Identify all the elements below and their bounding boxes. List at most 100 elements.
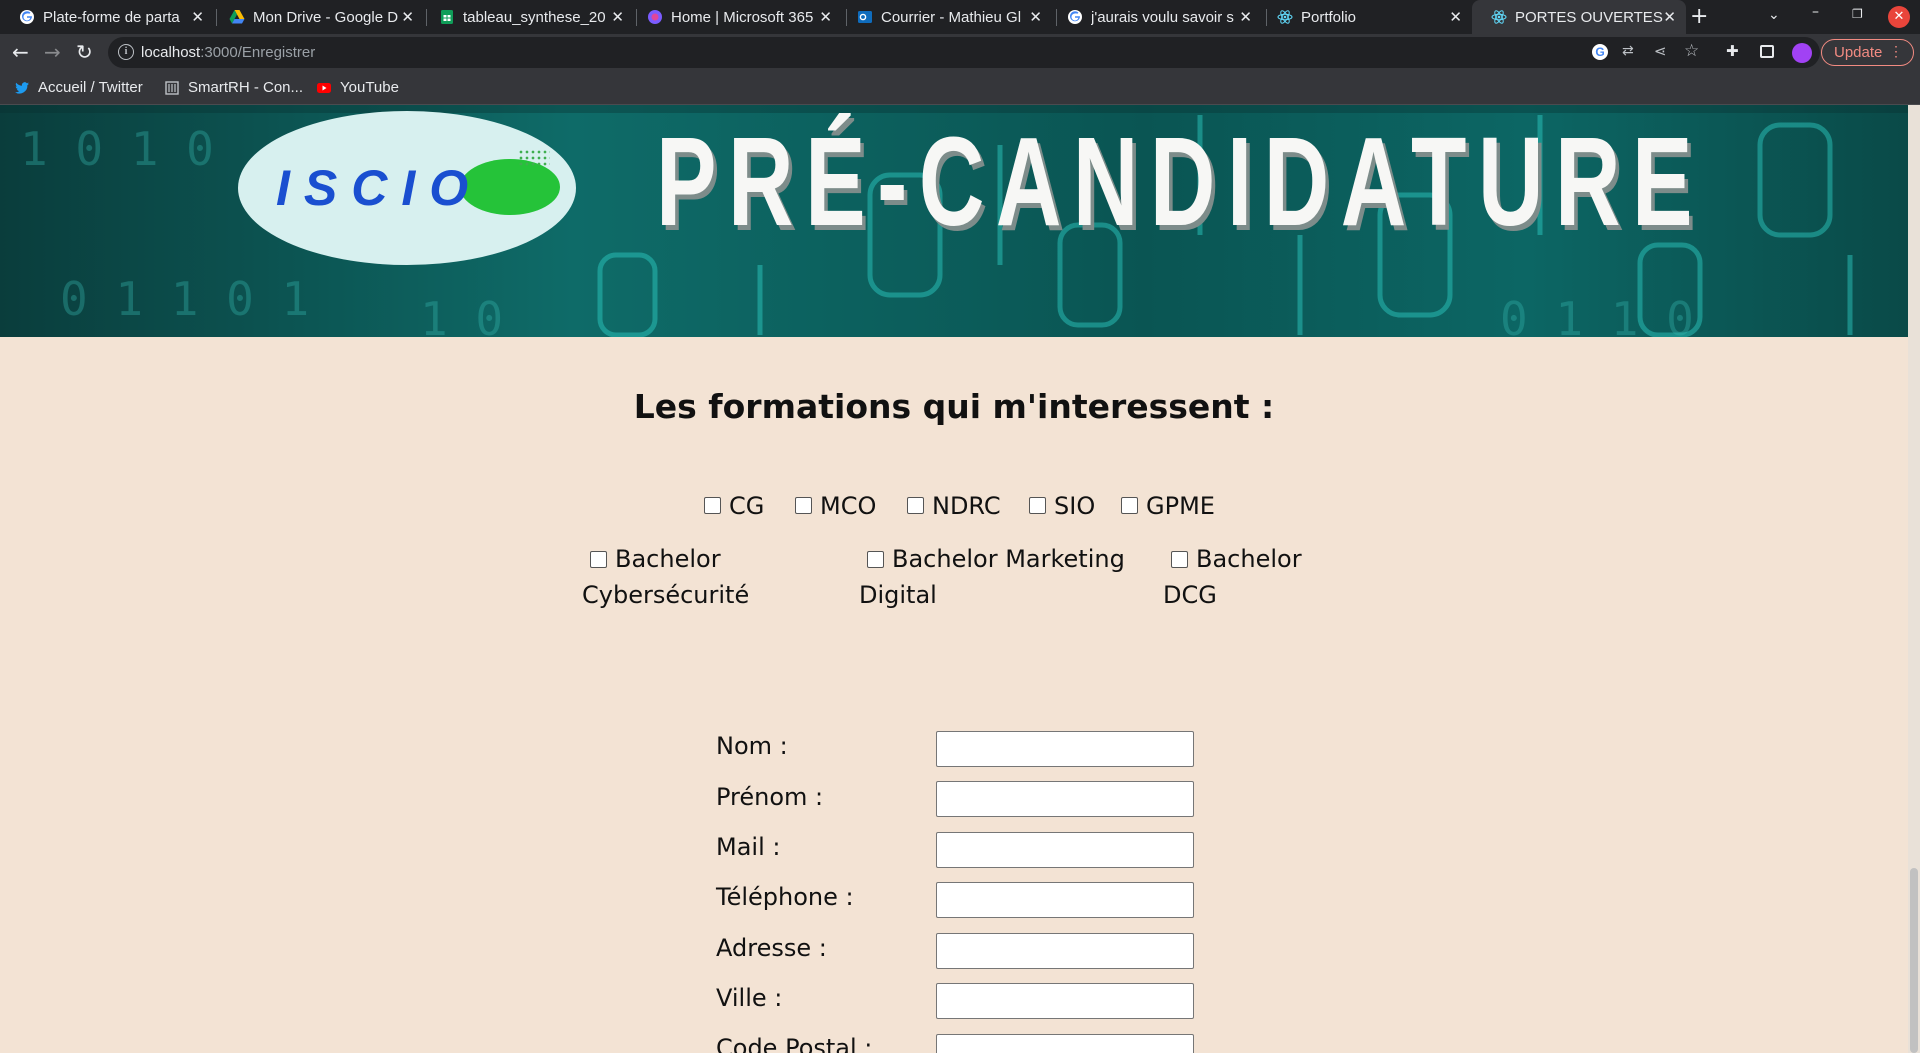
google-icon: [19, 9, 35, 25]
new-tab-button[interactable]: +: [1690, 4, 1708, 29]
checkbox-sio[interactable]: SIO: [1029, 492, 1095, 520]
checkbox-gpme[interactable]: GPME: [1121, 492, 1215, 520]
address-bar[interactable]: i localhost:3000/Enregistrer G ⇄ ⋖ ☆: [108, 37, 1820, 68]
label-adresse: Adresse :: [716, 934, 827, 962]
google-sheets-icon: [439, 9, 455, 25]
tab-microsoft-365[interactable]: Home | Microsoft 365 ✕: [628, 0, 842, 34]
share-icon[interactable]: ⋖: [1654, 42, 1667, 60]
checkbox-box[interactable]: [795, 497, 812, 514]
translate-icon[interactable]: ⇄: [1622, 43, 1634, 59]
update-button[interactable]: Update ⋮: [1821, 39, 1914, 66]
close-icon[interactable]: ✕: [191, 8, 204, 26]
back-icon[interactable]: ←: [12, 40, 29, 64]
side-panel-icon[interactable]: [1760, 45, 1774, 58]
label-ville: Ville :: [716, 984, 783, 1012]
checkbox-bachelor-marketing-digital[interactable]: Bachelor Marketing Digital: [859, 541, 1139, 613]
svg-text:1 0: 1 0: [420, 292, 503, 337]
checkbox-label: SIO: [1054, 492, 1096, 520]
banner-title: PRÉ-CANDIDATURE: [656, 111, 1705, 252]
checkbox-box[interactable]: [1121, 497, 1138, 514]
tab-mon-drive[interactable]: Mon Drive - Google D ✕: [210, 0, 424, 34]
tab-label: j'aurais voulu savoir s: [1091, 8, 1234, 26]
label-mail: Mail :: [716, 833, 781, 861]
window-close-button[interactable]: ✕: [1888, 6, 1910, 28]
checkbox-label: NDRC: [932, 492, 1001, 520]
restore-icon[interactable]: ❐: [1852, 7, 1863, 21]
tab-label: PORTES OUVERTES: [1515, 8, 1663, 26]
tab-tableau-synthese[interactable]: tableau_synthese_20 ✕: [420, 0, 634, 34]
adresse-field[interactable]: [936, 933, 1194, 969]
tab-label: Mon Drive - Google D: [253, 8, 399, 26]
mail-field[interactable]: [936, 832, 1194, 868]
checkbox-label: Bachelor: [615, 545, 721, 573]
bookmarks-bar: Accueil / Twitter SmartRH - Con... YouTu…: [0, 72, 1920, 105]
checkbox-cg[interactable]: CG: [704, 492, 764, 520]
smartrh-icon: [164, 80, 180, 96]
bookmark-label: Accueil / Twitter: [38, 79, 143, 96]
telephone-field[interactable]: [936, 882, 1194, 918]
checkbox-label: GPME: [1146, 492, 1215, 520]
nom-field[interactable]: [936, 731, 1194, 767]
svg-text:0 1 1 0 1: 0 1 1 0 1: [60, 272, 309, 326]
youtube-icon: [316, 80, 332, 96]
banner: 1 0 1 0 0 1 1 0 1 1 0 0 1 1 0 ISCIO PRÉ-…: [0, 105, 1908, 337]
bookmark-star-icon[interactable]: ☆: [1684, 41, 1699, 61]
tab-portes-ouvertes[interactable]: PORTES OUVERTES ✕: [1472, 0, 1686, 34]
close-icon[interactable]: ✕: [1239, 8, 1252, 26]
scrollbar-thumb[interactable]: [1910, 868, 1918, 1053]
minimize-icon[interactable]: –: [1812, 4, 1819, 20]
browser-toolbar: ← → ↻ i localhost:3000/Enregistrer G ⇄ ⋖…: [0, 34, 1920, 72]
checkbox-label-line2: Cybersécurité: [582, 581, 750, 609]
browser-tab-bar: Plate-forme de parta ✕ Mon Drive - Googl…: [0, 0, 1920, 34]
google-lens-icon[interactable]: G: [1592, 44, 1608, 60]
bookmark-youtube[interactable]: YouTube: [316, 79, 399, 96]
tab-courrier[interactable]: Courrier - Mathieu Gl ✕: [838, 0, 1052, 34]
checkbox-label: CG: [729, 492, 765, 520]
react-icon: [1277, 9, 1293, 25]
close-icon[interactable]: ✕: [1449, 8, 1462, 26]
close-icon[interactable]: ✕: [819, 8, 832, 26]
checkbox-bachelor-dcg[interactable]: Bachelor DCG: [1163, 541, 1323, 613]
update-label: Update: [1834, 44, 1883, 61]
svg-text:1 0 1 0: 1 0 1 0: [20, 122, 214, 176]
close-icon[interactable]: ✕: [1663, 8, 1676, 26]
label-telephone: Téléphone :: [716, 883, 854, 911]
checkbox-label-line2: DCG: [1163, 581, 1217, 609]
extensions-icon[interactable]: ✚: [1726, 42, 1739, 60]
checkbox-mco[interactable]: MCO: [795, 492, 876, 520]
url-host: localhost: [141, 44, 201, 61]
info-icon[interactable]: i: [118, 44, 134, 60]
outlook-icon: [857, 9, 873, 25]
checkbox-box[interactable]: [1171, 551, 1188, 568]
checkbox-box[interactable]: [590, 551, 607, 568]
formations-title: Les formations qui m'interessent :: [633, 387, 1275, 426]
checkbox-box[interactable]: [704, 497, 721, 514]
checkbox-bachelor-cybersecurite[interactable]: Bachelor Cybersécurité: [582, 541, 822, 613]
google-icon: [1067, 9, 1083, 25]
tab-portfolio[interactable]: Portfolio ✕: [1258, 0, 1472, 34]
close-icon[interactable]: ✕: [611, 8, 624, 26]
bookmark-smartrh[interactable]: SmartRH - Con...: [164, 79, 303, 96]
checkbox-ndrc[interactable]: NDRC: [907, 492, 1001, 520]
checkbox-label-line2: Digital: [859, 581, 937, 609]
reload-icon[interactable]: ↻: [76, 40, 93, 64]
more-vertical-icon: ⋮: [1889, 43, 1903, 59]
bookmark-twitter[interactable]: Accueil / Twitter: [14, 79, 143, 96]
url-path: :3000/Enregistrer: [200, 44, 316, 61]
chevron-down-icon[interactable]: ⌄: [1768, 7, 1780, 23]
avatar[interactable]: [1792, 43, 1812, 63]
checkbox-box[interactable]: [907, 497, 924, 514]
twitter-icon: [14, 80, 30, 96]
ville-field[interactable]: [936, 983, 1194, 1019]
prenom-field[interactable]: [936, 781, 1194, 817]
react-icon: [1491, 9, 1507, 25]
checkbox-box[interactable]: [1029, 497, 1046, 514]
close-icon[interactable]: ✕: [1029, 8, 1042, 26]
tab-plateforme[interactable]: Plate-forme de parta ✕: [0, 0, 214, 34]
checkbox-box[interactable]: [867, 551, 884, 568]
tab-jaurais-voulu[interactable]: j'aurais voulu savoir s ✕: [1048, 0, 1262, 34]
code-postal-field[interactable]: [936, 1034, 1194, 1053]
forward-icon[interactable]: →: [44, 40, 61, 64]
microsoft-365-icon: [647, 9, 663, 25]
close-icon[interactable]: ✕: [401, 8, 414, 26]
